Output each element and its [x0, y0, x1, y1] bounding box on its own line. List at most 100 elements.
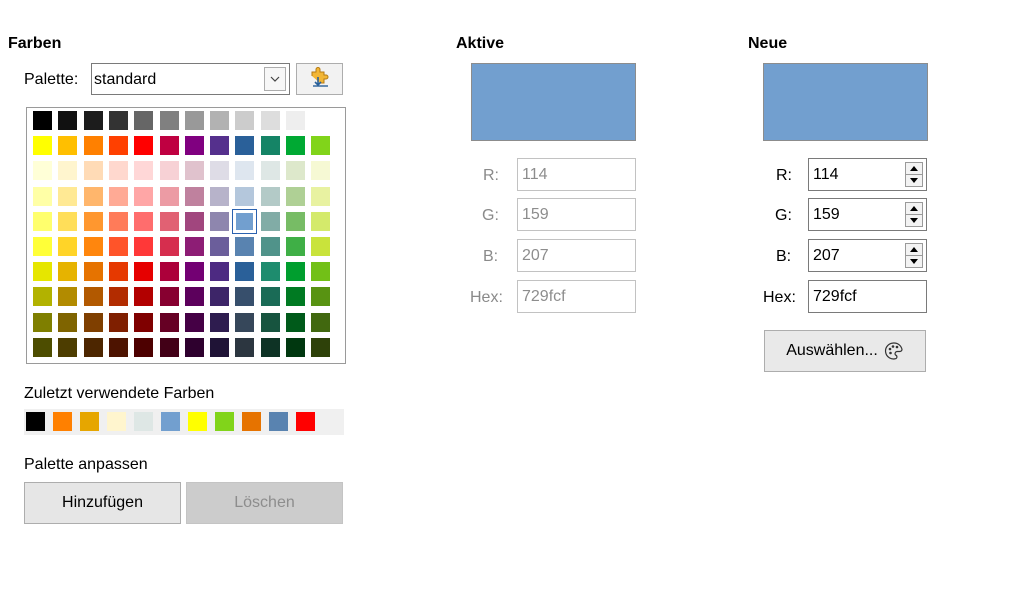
color-swatch[interactable] [184, 136, 204, 156]
color-swatch[interactable] [108, 237, 128, 256]
new-b-spinbox[interactable]: 207 [808, 239, 927, 272]
recent-color-swatch[interactable] [53, 412, 72, 431]
color-swatch[interactable] [260, 211, 280, 231]
color-swatch[interactable] [235, 262, 255, 282]
color-swatch[interactable] [159, 337, 179, 357]
color-swatch[interactable] [134, 161, 154, 181]
color-swatch[interactable] [286, 312, 305, 332]
color-swatch[interactable] [58, 136, 78, 156]
color-swatch[interactable] [58, 161, 78, 181]
color-swatch[interactable] [134, 262, 154, 282]
color-swatch[interactable] [108, 161, 128, 181]
color-swatch[interactable] [235, 337, 255, 357]
color-swatch[interactable] [83, 111, 103, 130]
color-swatch[interactable] [83, 211, 103, 231]
pick-color-button[interactable]: Auswählen... [764, 330, 926, 372]
color-swatch[interactable] [33, 312, 52, 332]
color-swatch[interactable] [286, 287, 305, 307]
color-swatch[interactable] [311, 312, 331, 332]
color-swatch[interactable] [210, 161, 230, 181]
color-swatch[interactable] [311, 287, 331, 307]
color-swatch[interactable] [210, 237, 230, 256]
color-swatch[interactable] [58, 337, 78, 357]
color-swatch[interactable] [286, 337, 305, 357]
color-swatch[interactable] [33, 287, 52, 307]
color-swatch[interactable] [58, 186, 78, 206]
color-swatch[interactable] [235, 312, 255, 332]
color-swatch[interactable] [260, 161, 280, 181]
color-swatch[interactable] [286, 161, 305, 181]
recent-color-swatch[interactable] [134, 412, 153, 431]
color-swatch[interactable] [159, 237, 179, 256]
spin-up-icon[interactable] [906, 203, 922, 215]
delete-button[interactable]: Löschen [186, 482, 343, 524]
color-swatch[interactable] [286, 136, 305, 156]
color-swatch[interactable] [210, 186, 230, 206]
color-swatch[interactable] [58, 111, 78, 130]
color-swatch[interactable] [311, 337, 331, 357]
color-swatch[interactable] [311, 136, 331, 156]
color-swatch[interactable] [33, 186, 52, 206]
color-swatch[interactable] [184, 211, 204, 231]
recent-color-swatch[interactable] [215, 412, 234, 431]
color-swatch[interactable] [58, 312, 78, 332]
new-r-spinbox[interactable]: 114 [808, 158, 927, 191]
color-swatch[interactable] [286, 186, 305, 206]
color-swatch[interactable] [83, 237, 103, 256]
color-swatch[interactable] [159, 287, 179, 307]
color-swatch[interactable] [286, 237, 305, 256]
color-swatch[interactable] [184, 262, 204, 282]
color-swatch[interactable] [260, 287, 280, 307]
color-swatch[interactable] [33, 262, 52, 282]
new-hex-field[interactable]: 729fcf [808, 280, 927, 313]
recent-color-swatch[interactable] [107, 412, 126, 431]
color-swatch[interactable] [260, 237, 280, 256]
color-swatch[interactable] [159, 111, 179, 130]
color-swatch[interactable] [260, 186, 280, 206]
spin-up-icon[interactable] [906, 244, 922, 256]
recent-color-swatch[interactable] [161, 412, 180, 431]
color-swatch[interactable] [311, 111, 331, 130]
color-swatch[interactable] [134, 211, 154, 231]
color-swatch[interactable] [159, 262, 179, 282]
spin-down-icon[interactable] [906, 215, 922, 226]
color-swatch[interactable] [134, 111, 154, 130]
color-swatch[interactable] [134, 136, 154, 156]
color-swatch[interactable] [210, 136, 230, 156]
recent-color-swatch[interactable] [188, 412, 207, 431]
color-swatch[interactable] [108, 287, 128, 307]
color-swatch[interactable] [159, 136, 179, 156]
b-spin-buttons[interactable] [905, 243, 923, 268]
color-swatch[interactable] [311, 186, 331, 206]
color-swatch[interactable] [83, 136, 103, 156]
color-swatch[interactable] [83, 161, 103, 181]
color-swatch[interactable] [184, 287, 204, 307]
color-swatch[interactable] [33, 337, 52, 357]
color-swatch[interactable] [134, 186, 154, 206]
color-swatch[interactable] [134, 287, 154, 307]
color-swatch[interactable] [108, 111, 128, 130]
color-swatch[interactable] [134, 237, 154, 256]
color-swatch[interactable] [232, 208, 258, 234]
color-swatch[interactable] [210, 312, 230, 332]
color-swatch[interactable] [33, 136, 52, 156]
color-swatch[interactable] [184, 161, 204, 181]
color-swatch[interactable] [235, 287, 255, 307]
color-swatch[interactable] [260, 111, 280, 130]
recent-color-swatch[interactable] [242, 412, 261, 431]
color-swatch[interactable] [286, 211, 305, 231]
color-swatch[interactable] [83, 337, 103, 357]
color-swatch[interactable] [108, 312, 128, 332]
chevron-down-icon[interactable] [264, 67, 286, 91]
color-swatch[interactable] [260, 136, 280, 156]
new-g-spinbox[interactable]: 159 [808, 198, 927, 231]
color-swatch[interactable] [260, 262, 280, 282]
color-swatch[interactable] [235, 111, 255, 130]
color-swatch[interactable] [260, 337, 280, 357]
import-palette-button[interactable] [296, 63, 343, 95]
spin-down-icon[interactable] [906, 256, 922, 267]
color-swatch[interactable] [210, 211, 230, 231]
color-swatch[interactable] [235, 237, 255, 256]
recent-color-swatch[interactable] [269, 412, 288, 431]
color-swatch[interactable] [210, 337, 230, 357]
